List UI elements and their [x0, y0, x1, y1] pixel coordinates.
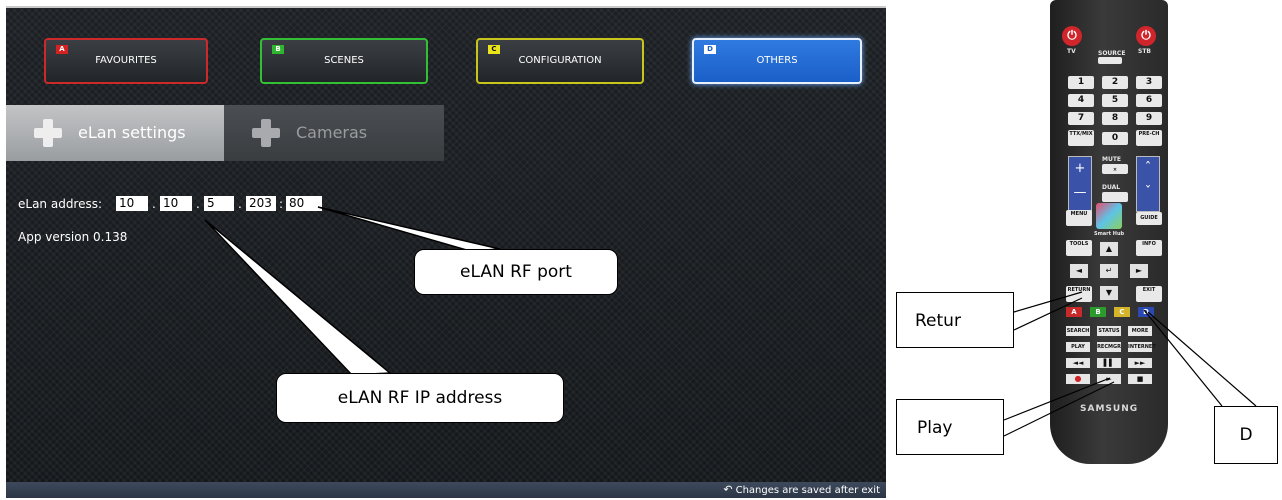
callout-play: Play: [896, 399, 1004, 455]
play-pointer-a: [1003, 377, 1111, 421]
callout-rf-port: eLAN RF port: [414, 249, 618, 295]
callout-pointers: [204, 206, 1257, 437]
retur-pointer-a: [1013, 291, 1083, 313]
ip-pointer: [204, 219, 392, 376]
play-pointer-b: [1003, 381, 1115, 437]
callout-rf-ip: eLAN RF IP address: [276, 373, 564, 423]
d-pointer-b: [1147, 311, 1257, 407]
retur-pointer-b: [1013, 297, 1083, 331]
d-pointer-a: [1143, 309, 1223, 407]
port-pointer: [317, 206, 501, 252]
callout-d: D: [1214, 406, 1278, 464]
callout-retur: Retur: [896, 292, 1014, 348]
